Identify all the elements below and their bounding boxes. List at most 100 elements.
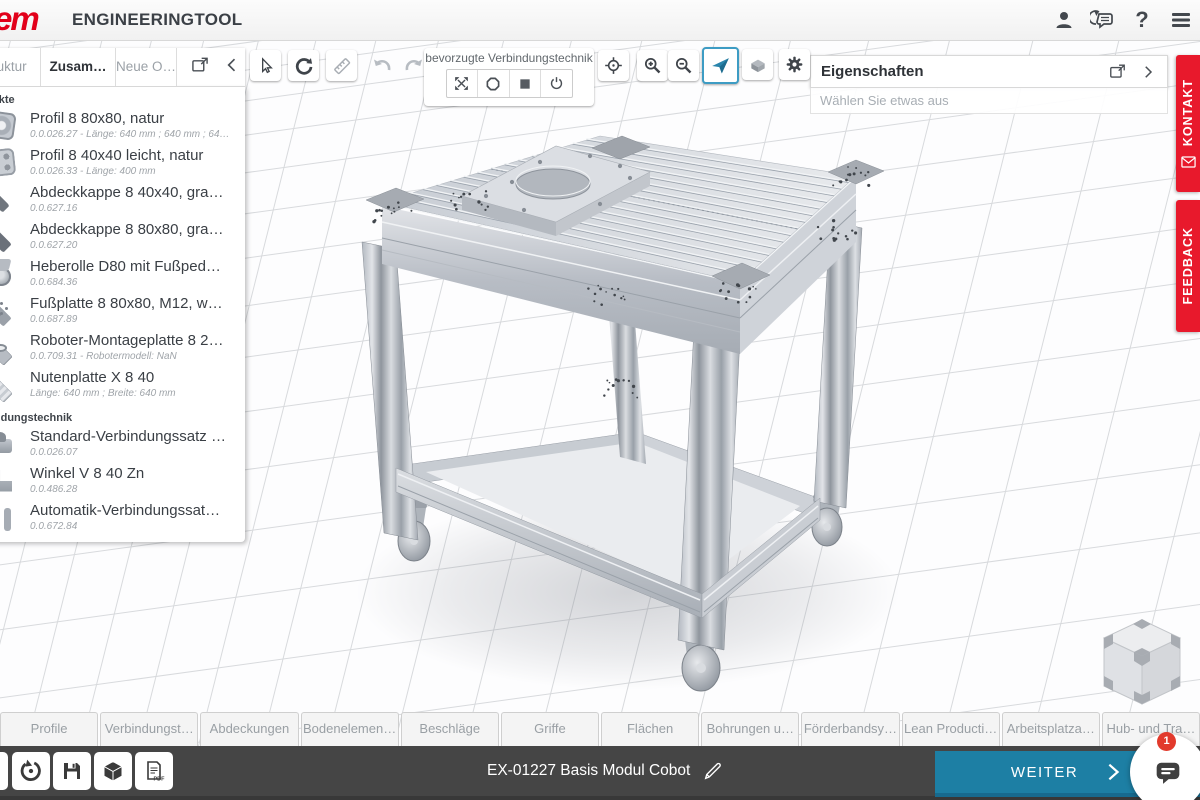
collapse-panel-icon[interactable] xyxy=(1139,63,1157,81)
square-connection-button[interactable] xyxy=(510,70,542,97)
category-tab[interactable]: Bohrungen u… xyxy=(701,712,799,746)
app-title: ENGINEERINGTOOL xyxy=(72,0,242,40)
reset-button[interactable] xyxy=(12,752,50,790)
part-thumbnail-icon xyxy=(0,109,23,143)
part-list-item[interactable]: x Profil 8 40x40 leicht, natur 0.0.026.3… xyxy=(0,144,245,181)
document-name: EX-01227 Basis Modul Cobot xyxy=(487,762,690,780)
part-subtitle: 0.0.627.20 xyxy=(30,240,223,251)
part-thumbnail-icon xyxy=(0,331,23,365)
engineeringtool-app: { "header": { "logo": "em", "title": "EN… xyxy=(0,0,1200,800)
popout-icon[interactable] xyxy=(190,55,210,75)
pdf-export-icon: PDF xyxy=(142,759,166,783)
notification-badge[interactable]: 1 xyxy=(1157,732,1176,751)
paper-plane-icon xyxy=(710,55,731,76)
measure-tool-button[interactable] xyxy=(326,50,357,81)
top-header-bar: em ENGINEERINGTOOL ? xyxy=(0,0,1200,41)
square-icon xyxy=(517,76,533,92)
part-list-item[interactable]: x Standard-Verbindungssatz … 0.0.026.07 xyxy=(0,425,245,462)
part-list-item[interactable]: x Fußplatte 8 80x80, M12, w… 0.0.687.89 xyxy=(0,292,245,329)
zoom-out-button[interactable] xyxy=(668,50,699,81)
category-tab[interactable]: Flächen xyxy=(601,712,699,746)
part-list-item[interactable]: x Winkel V 8 40 Zn 0.0.486.28 xyxy=(0,462,245,499)
kontakt-tab[interactable]: KONTAKT xyxy=(1176,55,1200,192)
zoom-in-icon xyxy=(642,55,663,76)
part-subtitle: 0.0.627.16 xyxy=(30,203,223,214)
section-title-produkte: Produkte xyxy=(0,91,245,107)
part-list-item[interactable]: x Automatik-Verbindungssat… 0.0.672.84 xyxy=(0,499,245,536)
part-list-item[interactable]: x Abdeckkappe 8 40x40, gra… 0.0.627.16 xyxy=(0,181,245,218)
select-tool-button[interactable] xyxy=(250,50,281,81)
part-thumbnail-icon xyxy=(0,257,23,291)
rotate-tool-button[interactable] xyxy=(288,50,319,81)
part-list-item[interactable]: x Nutenplatte X 8 40 Länge: 640 mm ; Bre… xyxy=(0,366,245,403)
power-connection-button[interactable] xyxy=(541,70,572,97)
fit-arrows-icon xyxy=(453,75,470,92)
panel-tab[interactable]: Zusam… xyxy=(41,48,116,86)
center-target-icon xyxy=(603,55,624,76)
center-view-button[interactable] xyxy=(598,50,629,81)
category-tab[interactable]: Lean Producti… xyxy=(902,712,1000,746)
part-thumbnail-icon xyxy=(0,368,23,402)
part-thumbnail-icon xyxy=(0,501,23,535)
feedback-bubble-icon[interactable] xyxy=(1090,7,1116,33)
parts-panel: Struktur Zusam… Neue O… Produkte x Profi… xyxy=(0,48,245,542)
panel-tab[interactable]: Neue O… xyxy=(116,48,177,86)
power-icon xyxy=(548,75,565,92)
part-subtitle: 0.0.026.27 - Länge: 640 mm ; 640 mm ; 64… xyxy=(30,129,230,140)
help-icon[interactable]: ? xyxy=(1129,7,1155,33)
part-title: Nutenplatte X 8 40 xyxy=(30,370,176,387)
fit-connection-button[interactable] xyxy=(447,70,479,97)
part-title: Profil 8 80x80, natur xyxy=(30,111,230,128)
category-tab[interactable]: Verbindungst… xyxy=(100,712,198,746)
export-3d-button[interactable] xyxy=(94,752,132,790)
pdf-export-button[interactable]: PDF xyxy=(135,752,173,790)
panel-tab[interactable]: Struktur xyxy=(0,48,41,86)
part-thumbnail-icon xyxy=(0,294,23,328)
part-list-item[interactable]: x Heberolle D80 mit Fußped… 0.0.684.36 xyxy=(0,255,245,292)
redo-icon xyxy=(402,54,426,78)
connection-group-label: bevorzugte Verbindungstechnik xyxy=(424,48,594,69)
popout-icon[interactable] xyxy=(1108,62,1127,81)
category-tab[interactable]: Förderbandsy… xyxy=(801,712,899,746)
item-logo[interactable]: em xyxy=(0,0,38,38)
viewport-settings-button[interactable] xyxy=(779,49,810,80)
feedback-tab[interactable]: FEEDBACK xyxy=(1176,200,1200,332)
properties-title: Eigenschaften xyxy=(821,63,1108,80)
category-tab[interactable]: Beschläge xyxy=(401,712,499,746)
category-tab-bar: Profile Verbindungst… Abdeckungen Bodene… xyxy=(0,712,1200,746)
part-subtitle: 0.0.026.33 - Länge: 400 mm xyxy=(30,166,203,177)
view-navigation-cube[interactable] xyxy=(1092,612,1192,714)
category-tab[interactable]: Arbeitsplatza… xyxy=(1002,712,1100,746)
zoom-in-button[interactable] xyxy=(637,50,668,81)
category-tab[interactable]: Bodenelemen… xyxy=(301,712,399,746)
part-thumbnail-icon xyxy=(0,220,23,254)
save-floppy-icon xyxy=(60,759,84,783)
category-tab[interactable]: Profile xyxy=(0,712,98,746)
panel-tabstrip-icons xyxy=(190,55,242,75)
category-tab[interactable]: Abdeckungen xyxy=(200,712,298,746)
part-list-item[interactable]: x Profil 8 80x80, natur 0.0.026.27 - Län… xyxy=(0,107,245,144)
part-subtitle: 0.0.687.89 xyxy=(30,314,223,325)
part-title: Abdeckkappe 8 80x80, gra… xyxy=(30,222,223,239)
save-button[interactable] xyxy=(53,752,91,790)
part-title: Winkel V 8 40 Zn xyxy=(30,466,144,483)
partial-button[interactable] xyxy=(0,752,8,790)
part-title: Fußplatte 8 80x80, M12, w… xyxy=(30,296,223,313)
category-tab[interactable]: Griffe xyxy=(501,712,599,746)
collapse-panel-icon[interactable] xyxy=(222,55,242,75)
fly-mode-button-active[interactable] xyxy=(702,47,739,84)
measure-ruler-icon xyxy=(331,55,353,77)
document-name-group: EX-01227 Basis Modul Cobot xyxy=(487,746,724,796)
part-list-item[interactable]: x Abdeckkappe 8 80x80, gra… 0.0.627.20 xyxy=(0,218,245,255)
octagon-icon xyxy=(484,75,502,93)
part-list-item[interactable]: x Roboter-Montageplatte 8 2… 0.0.709.31 … xyxy=(0,329,245,366)
edit-pencil-icon[interactable] xyxy=(702,760,724,782)
select-cursor-icon xyxy=(256,56,276,76)
part-subtitle: 0.0.684.36 xyxy=(30,277,221,288)
menu-icon[interactable] xyxy=(1168,7,1194,33)
user-icon[interactable] xyxy=(1051,7,1077,33)
octagon-connection-button[interactable] xyxy=(478,70,510,97)
undo-button[interactable] xyxy=(366,50,397,81)
rotate-icon xyxy=(293,55,315,77)
solid-view-button[interactable] xyxy=(742,49,773,80)
